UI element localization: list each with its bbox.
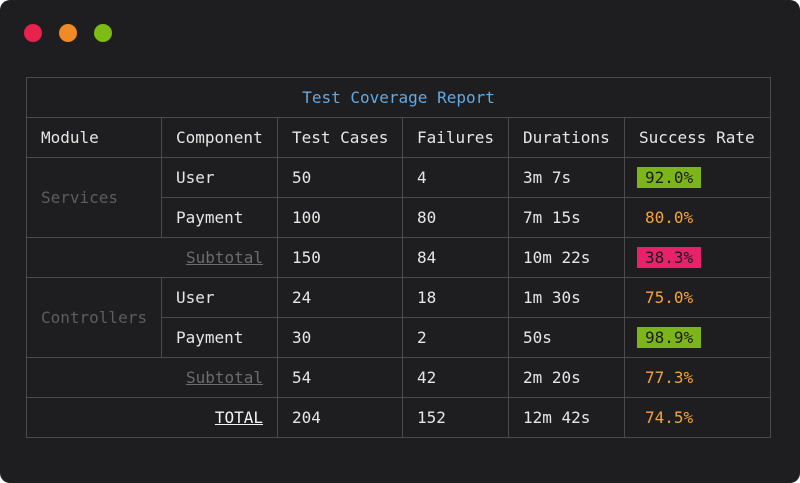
success-rate-badge: 38.3%	[637, 247, 702, 268]
column-header-component: Component	[161, 117, 278, 158]
durations-cell: 1m 30s	[508, 277, 625, 318]
success-rate-cell: 38.3%	[623, 237, 772, 278]
success-rate-cell: 77.3%	[623, 357, 772, 398]
coverage-report-table: Test Coverage Report Module Component Te…	[25, 77, 772, 438]
table-title-row: Test Coverage Report	[25, 77, 772, 118]
test-cases-cell: 24	[277, 277, 403, 318]
column-header-failures: Failures	[402, 117, 509, 158]
component-cell: User	[161, 277, 278, 318]
durations-cell: 10m 22s	[508, 237, 625, 278]
subtotal-row: Subtotal 150 84 10m 22s 38.3%	[26, 237, 772, 278]
success-rate-badge: 77.3%	[645, 368, 694, 387]
subtotal-row: Subtotal 54 42 2m 20s 77.3%	[26, 357, 772, 398]
failures-cell: 18	[402, 277, 509, 318]
total-label-cell: TOTAL	[26, 397, 278, 438]
success-rate-badge: 75.0%	[645, 288, 694, 307]
subtotal-label-cell: Subtotal	[26, 237, 278, 278]
column-header-success-rate: Success Rate	[623, 117, 772, 158]
total-label: TOTAL	[214, 408, 263, 427]
success-rate-badge: 92.0%	[637, 167, 702, 188]
minimize-window-button[interactable]	[59, 24, 77, 42]
total-row: TOTAL 204 152 12m 42s 74.5%	[26, 397, 772, 438]
success-rate-cell: 98.9%	[623, 317, 772, 358]
component-cell: Payment	[161, 197, 278, 238]
failures-cell: 80	[402, 197, 509, 238]
failures-cell: 2	[402, 317, 509, 358]
close-window-button[interactable]	[24, 24, 42, 42]
table-header-row: Module Component Test Cases Failures Dur…	[26, 117, 772, 158]
table-row: Controllers User 24 18 1m 30s 75.0%	[26, 277, 772, 358]
test-cases-cell: 204	[277, 397, 403, 438]
test-cases-cell: 150	[277, 237, 403, 278]
column-header-module: Module	[26, 117, 162, 158]
failures-cell: 4	[402, 157, 509, 198]
success-rate-cell: 75.0%	[623, 277, 772, 318]
durations-cell: 2m 20s	[508, 357, 625, 398]
component-cell: Payment	[161, 317, 278, 358]
maximize-window-button[interactable]	[94, 24, 112, 42]
failures-cell: 84	[402, 237, 509, 278]
success-rate-cell: 74.5%	[623, 397, 772, 438]
success-rate-badge: 98.9%	[637, 327, 702, 348]
test-cases-cell: 100	[277, 197, 403, 238]
test-cases-cell: 54	[277, 357, 403, 398]
subtotal-label: Subtotal	[185, 248, 263, 267]
test-cases-cell: 50	[277, 157, 403, 198]
success-rate-badge: 80.0%	[645, 208, 694, 227]
module-cell-controllers: Controllers	[26, 277, 162, 358]
durations-cell: 12m 42s	[508, 397, 625, 438]
column-header-test-cases: Test Cases	[277, 117, 403, 158]
durations-cell: 3m 7s	[508, 157, 625, 198]
module-cell-services: Services	[26, 157, 162, 238]
subtotal-label-cell: Subtotal	[26, 357, 278, 398]
report-title: Test Coverage Report	[25, 77, 772, 118]
success-rate-cell: 80.0%	[623, 197, 772, 238]
subtotal-label: Subtotal	[185, 368, 263, 387]
test-cases-cell: 30	[277, 317, 403, 358]
durations-cell: 50s	[508, 317, 625, 358]
table-row: Services User 50 4 3m 7s 92.0%	[26, 157, 772, 238]
success-rate-cell: 92.0%	[623, 157, 772, 198]
success-rate-badge: 74.5%	[645, 408, 694, 427]
component-cell: User	[161, 157, 278, 198]
durations-cell: 7m 15s	[508, 197, 625, 238]
failures-cell: 152	[402, 397, 509, 438]
failures-cell: 42	[402, 357, 509, 398]
column-header-durations: Durations	[508, 117, 625, 158]
terminal-window: Test Coverage Report Module Component Te…	[0, 0, 800, 483]
